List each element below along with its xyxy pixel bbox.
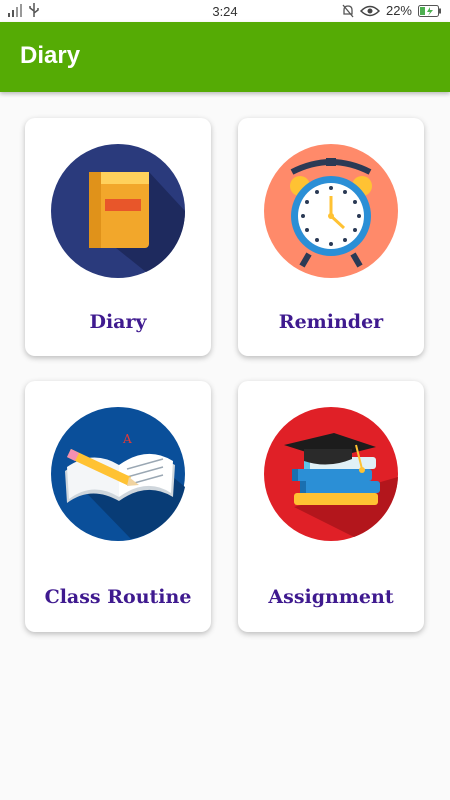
svg-text:A: A bbox=[122, 432, 132, 446]
reminder-card[interactable]: Reminder bbox=[238, 118, 424, 356]
status-bar: 3:24 22% bbox=[0, 0, 450, 22]
eye-icon bbox=[359, 5, 380, 16]
app-title: Diary bbox=[20, 42, 81, 69]
class-routine-card[interactable]: A Class Routine bbox=[25, 381, 211, 632]
graduation-books-icon bbox=[264, 407, 398, 541]
alarm-clock-icon bbox=[264, 144, 398, 278]
status-right-icons: 22% bbox=[342, 3, 442, 18]
class-routine-label: Class Routine bbox=[44, 586, 192, 608]
battery-percent: 22% bbox=[385, 3, 412, 18]
diary-label: Diary bbox=[89, 311, 147, 333]
reminder-label: Reminder bbox=[278, 311, 384, 333]
assignment-label: Assignment bbox=[268, 586, 394, 608]
app-bar: Diary bbox=[0, 22, 450, 92]
bell-off-icon bbox=[342, 4, 354, 17]
diary-card[interactable]: Diary bbox=[25, 118, 211, 356]
notebook-pencil-icon: A bbox=[51, 407, 185, 541]
book-icon bbox=[51, 144, 185, 278]
assignment-card[interactable]: Assignment bbox=[238, 381, 424, 632]
battery-icon bbox=[418, 4, 441, 17]
